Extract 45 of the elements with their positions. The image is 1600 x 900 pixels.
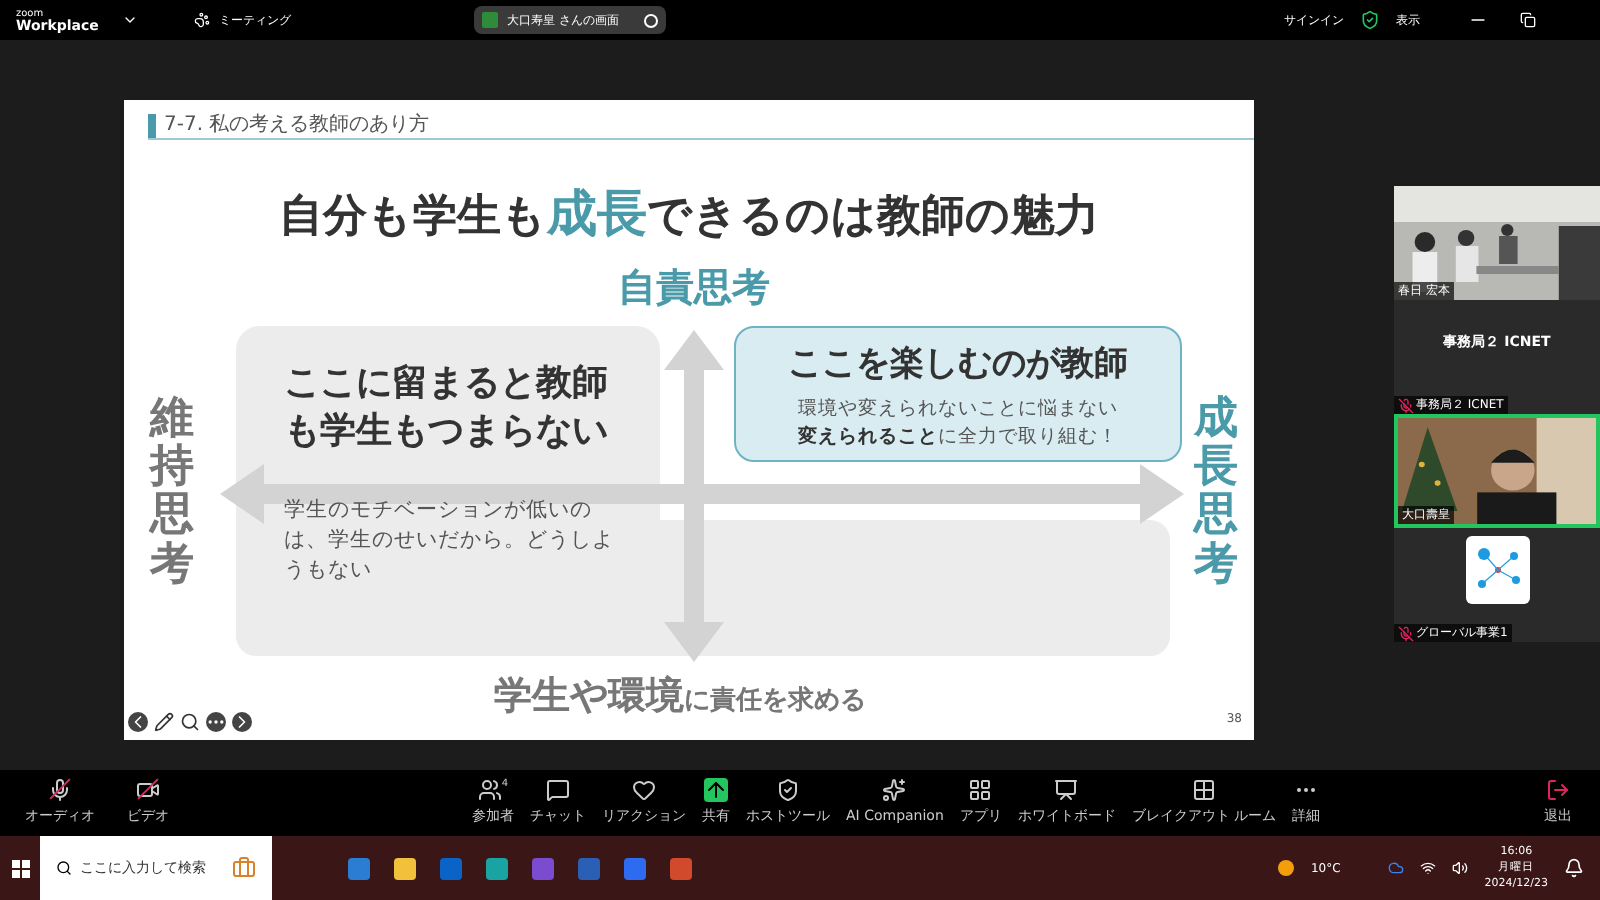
next-icon[interactable] xyxy=(232,712,252,732)
muted-mic-icon xyxy=(1398,625,1414,641)
more-icon[interactable] xyxy=(206,712,226,732)
pen-icon[interactable] xyxy=(154,712,174,732)
left-box-text: 学生のモチベーションが低いのは、学生のせいだから。どうしようもない xyxy=(284,496,616,586)
taskbar-app-icon[interactable] xyxy=(486,857,508,879)
top-axis-label: 自責思考 xyxy=(616,264,772,314)
volume-icon xyxy=(1452,860,1469,876)
wifi-icon xyxy=(1420,860,1437,876)
right-axis-label: 成長思考 xyxy=(1194,396,1238,590)
cloud-icon xyxy=(1388,860,1405,876)
slide-title: 自分も学生も成長できるのは教師の魅力 xyxy=(277,182,1101,246)
share-icon xyxy=(704,778,728,803)
search-icon xyxy=(56,860,72,876)
paw-icon xyxy=(194,12,211,28)
taskbar-app-icon[interactable] xyxy=(394,857,416,879)
sparkle-icon xyxy=(882,778,907,803)
bottom-axis-label: 学生や環境に責任を求める xyxy=(494,672,866,722)
left-box-title: ここに留まると教師も学生もつまらない xyxy=(284,360,610,456)
stop-icon[interactable] xyxy=(644,13,659,27)
search-icon[interactable] xyxy=(180,712,200,732)
restore-icon[interactable] xyxy=(1520,12,1536,28)
slide-header: 7-7. 私の考える教師のあり方 xyxy=(164,111,430,140)
sun-icon xyxy=(1278,860,1295,876)
left-axis-label: 維持思考 xyxy=(150,396,194,590)
leave-icon xyxy=(1546,778,1570,803)
briefcase-icon[interactable] xyxy=(232,856,256,880)
header-bar-marker xyxy=(148,113,156,137)
people-icon xyxy=(477,778,502,803)
notification-icon[interactable] xyxy=(1564,858,1584,878)
share-screen-icon xyxy=(482,12,499,28)
shield-icon xyxy=(1360,10,1380,30)
highlight-box-text: 変えられることに全力で取り組む！ xyxy=(798,423,1118,452)
chevron-down-icon[interactable] xyxy=(122,12,139,28)
previous-icon[interactable] xyxy=(128,712,148,732)
grid-icon xyxy=(1192,778,1217,803)
highlight-box-title: ここを楽しむのが教師 xyxy=(788,342,1128,388)
heart-icon xyxy=(632,778,656,803)
chat-icon xyxy=(546,778,570,803)
network-logo-icon xyxy=(1466,536,1530,604)
whiteboard-icon xyxy=(1054,778,1079,803)
highlight-box-text: 環境や変えられないことに悩まない xyxy=(798,395,1118,423)
muted-mic-icon xyxy=(1398,397,1414,413)
apps-icon xyxy=(968,778,993,803)
shield-icon xyxy=(776,778,800,803)
